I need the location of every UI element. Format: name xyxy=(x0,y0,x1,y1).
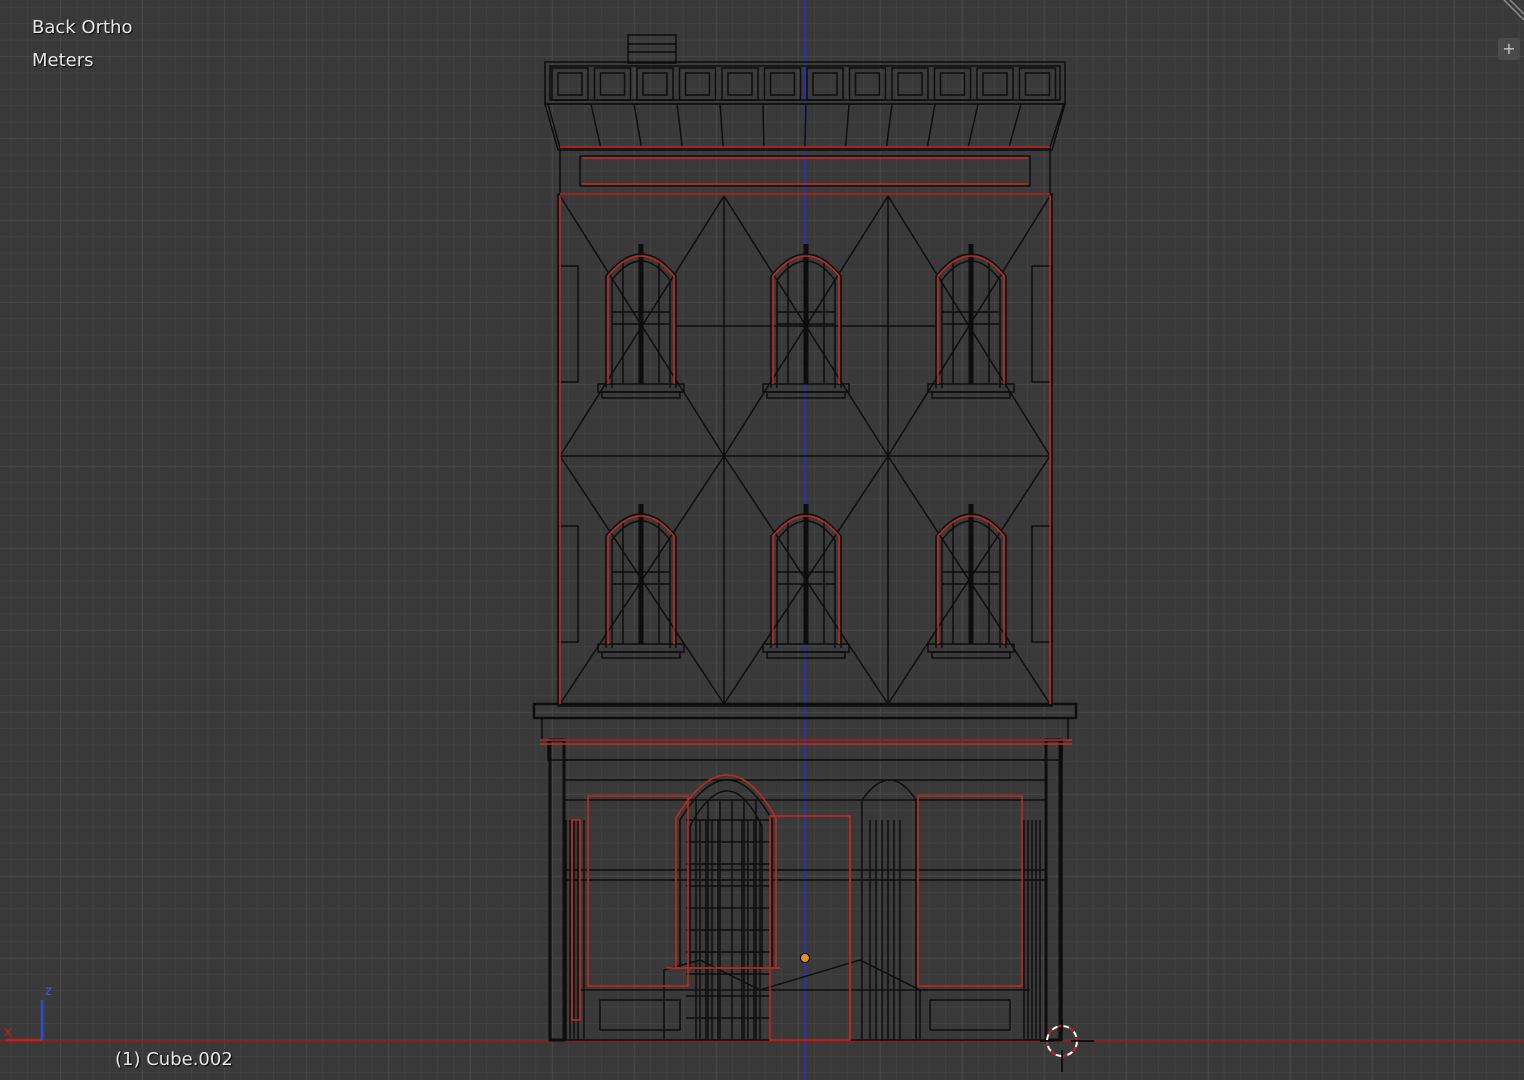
building-wireframe[interactable] xyxy=(0,0,1524,1080)
active-object-label: (1) Cube.002 xyxy=(115,1049,233,1070)
object-origin xyxy=(800,953,810,963)
z-axis-label: z xyxy=(45,984,52,999)
add-region-icon[interactable]: + xyxy=(1498,38,1520,60)
view-name-label: Back Ortho xyxy=(32,17,133,38)
axis-gizmo: x z xyxy=(4,984,52,1042)
unit-label: Meters xyxy=(32,50,94,71)
area-split-handle-icon[interactable] xyxy=(1500,0,1524,24)
x-axis-label: x xyxy=(4,1025,12,1040)
3d-viewport[interactable]: x z Back Ortho Meters (1) Cube.002 + xyxy=(0,0,1524,1080)
3d-cursor[interactable] xyxy=(1040,1020,1094,1072)
